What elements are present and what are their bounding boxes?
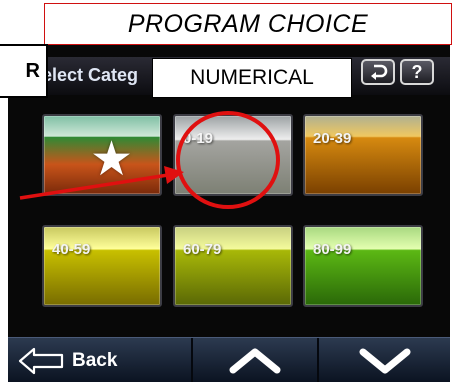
category-tile-favorites[interactable]: ★ bbox=[42, 114, 162, 196]
tile-label: 60-79 bbox=[183, 241, 222, 258]
bottom-bar: Back bbox=[8, 337, 450, 382]
help-button[interactable]: ? bbox=[400, 59, 434, 85]
back-arrow-icon bbox=[18, 347, 64, 374]
tile-label: 0-19 bbox=[183, 130, 214, 147]
tile-label: 80-99 bbox=[313, 241, 352, 258]
category-tile-40-59[interactable]: 40-59 bbox=[42, 225, 162, 307]
chevron-up-icon bbox=[229, 348, 281, 373]
category-tile-20-39[interactable]: 20-39 bbox=[303, 114, 423, 196]
program-choice-callout: PROGRAM CHOICE bbox=[44, 3, 452, 45]
back-label: Back bbox=[72, 349, 118, 371]
program-choice-title: PROGRAM CHOICE bbox=[127, 9, 369, 38]
category-tile-60-79[interactable]: 60-79 bbox=[173, 225, 293, 307]
numerical-label: NUMERICAL bbox=[190, 66, 314, 89]
select-category-title: elect Categ bbox=[42, 65, 139, 85]
return-arrow-icon bbox=[371, 64, 388, 80]
category-tile-0-19[interactable]: 0-19 bbox=[173, 114, 293, 196]
category-tile-80-99[interactable]: 80-99 bbox=[303, 225, 423, 307]
star-icon: ★ bbox=[90, 133, 134, 186]
chevron-down-icon bbox=[359, 348, 410, 373]
back-button[interactable]: Back bbox=[8, 338, 193, 382]
side-callout-label: R bbox=[25, 59, 40, 82]
numerical-callout: NUMERICAL bbox=[152, 58, 352, 98]
side-callout-box: R bbox=[0, 44, 48, 98]
tile-label: 20-39 bbox=[313, 130, 352, 147]
scroll-up-button[interactable] bbox=[193, 338, 319, 382]
return-button[interactable] bbox=[361, 59, 395, 85]
help-icon: ? bbox=[411, 61, 423, 82]
scroll-down-button[interactable] bbox=[319, 338, 450, 382]
tile-label: 40-59 bbox=[52, 241, 91, 258]
